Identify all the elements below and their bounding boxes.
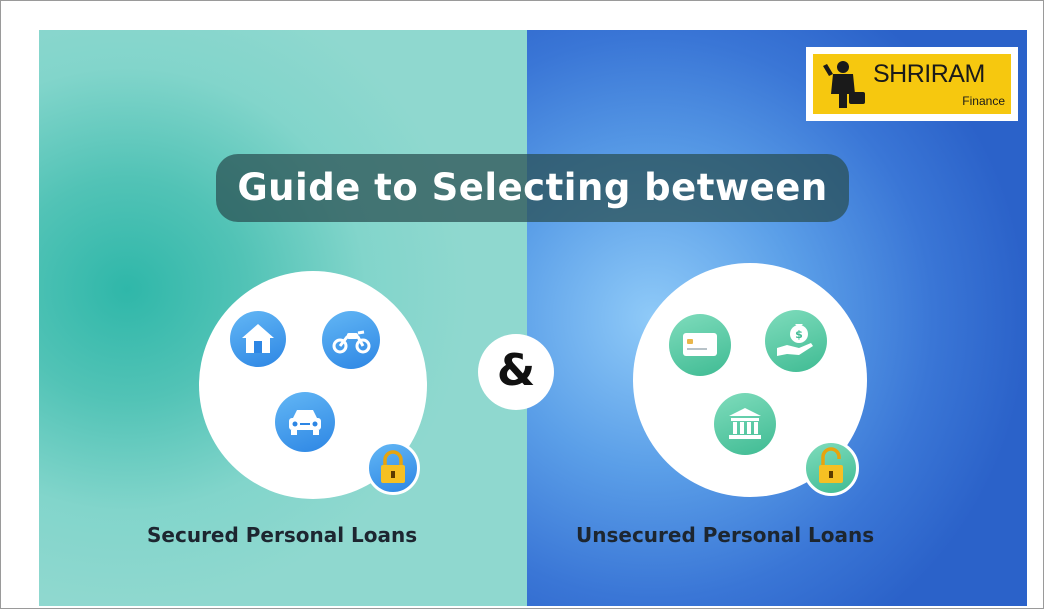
money-bag-hand-icon: $ [765, 310, 827, 372]
headline: Guide to Selecting between [216, 154, 849, 222]
car-icon [275, 392, 335, 452]
logo-subtitle: Finance [962, 94, 1005, 108]
banner: SHRIRAM Finance Guide to Selecting betwe… [39, 30, 1027, 606]
man-carrying-bag-icon [823, 61, 865, 108]
svg-text:$: $ [795, 328, 803, 341]
locked-padlock-icon [366, 441, 420, 495]
unsecured-loans-label: Unsecured Personal Loans [576, 523, 875, 547]
image-frame: SHRIRAM Finance Guide to Selecting betwe… [0, 0, 1044, 609]
logo-name: SHRIRAM [873, 60, 985, 88]
unlocked-padlock-icon [803, 440, 859, 496]
shriram-finance-logo: SHRIRAM Finance [806, 47, 1018, 121]
logo-yellow-box: SHRIRAM Finance [813, 54, 1011, 114]
home-icon [230, 311, 286, 367]
motorbike-icon [322, 311, 380, 369]
credit-card-icon [669, 314, 731, 376]
ampersand: & [496, 345, 536, 396]
bank-icon [714, 393, 776, 455]
secured-loans-label: Secured Personal Loans [147, 523, 418, 547]
